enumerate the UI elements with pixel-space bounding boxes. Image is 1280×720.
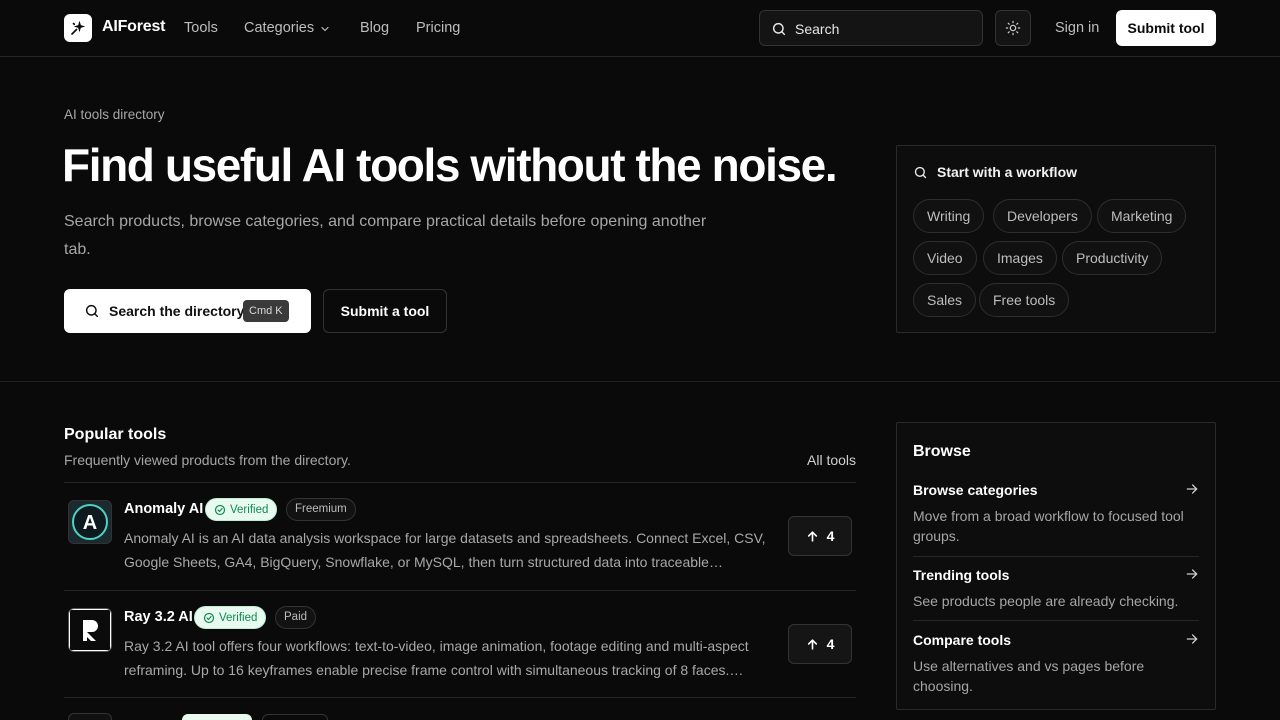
workflow-chip-writing[interactable]: Writing — [913, 199, 985, 233]
browse-item-description: Use alternatives and vs pages before cho… — [913, 658, 1145, 694]
all-tools-link[interactable]: All tools — [807, 452, 856, 468]
workflow-chip-sales[interactable]: Sales — [913, 283, 977, 317]
browse-title: Browse — [913, 443, 971, 460]
search-icon — [914, 166, 927, 178]
browse-item-categories[interactable]: Browse categories Move from a broad work… — [913, 482, 1199, 546]
submit-tool-button[interactable]: Submit tool — [1116, 10, 1216, 46]
workflow-chip-productivity[interactable]: Productivity — [1062, 241, 1163, 275]
arrow-right-icon — [1186, 634, 1198, 644]
workflow-chip-video[interactable]: Video — [913, 241, 977, 275]
anomaly-ai-logo: A — [68, 500, 112, 544]
tool-description: Ray 3.2 AI tool offers four workflows: t… — [124, 638, 749, 678]
browse-item-title: Trending tools — [913, 567, 1010, 583]
sign-in-link[interactable]: Sign in — [1055, 20, 1099, 36]
svg-text:A: A — [83, 512, 97, 534]
arrow-up-icon — [807, 638, 817, 650]
header-search-label: Search — [795, 21, 840, 37]
arrow-right-icon — [1186, 484, 1198, 494]
pricing-badge-partial — [262, 714, 328, 720]
tool-row-ray-3-2-ai[interactable]: Ray 3.2 AI Verified Paid Ray 3.2 AI tool… — [64, 590, 856, 698]
hero-eyebrow: AI tools directory — [64, 107, 165, 122]
search-directory-label: Search the directory — [109, 303, 245, 319]
section-divider — [0, 381, 1280, 382]
sun-icon — [1005, 20, 1021, 36]
keyboard-shortcut-badge: Cmd K — [243, 300, 289, 322]
nav-link-blog[interactable]: Blog — [360, 20, 389, 36]
upvote-button[interactable]: 4 — [788, 624, 852, 664]
nav-link-pricing[interactable]: Pricing — [416, 20, 460, 36]
browse-item-title: Browse categories — [913, 482, 1038, 498]
upvote-button[interactable]: 4 — [788, 516, 852, 556]
brand-name[interactable]: AIForest — [102, 18, 166, 36]
search-directory-button[interactable]: Search the directory Cmd K — [64, 289, 311, 333]
page-title: Find useful AI tools without the noise. — [62, 139, 838, 191]
top-navigation-bar: AIForest Tools Categories Blog Pricing S… — [0, 0, 1280, 57]
check-circle-icon — [203, 612, 215, 624]
search-icon — [772, 22, 786, 36]
pricing-badge: Paid — [275, 606, 317, 629]
verified-label: Verified — [230, 504, 269, 516]
workflow-card: Start with a workflow Writing Developers… — [896, 145, 1216, 333]
workflow-chip-developers[interactable]: Developers — [993, 199, 1092, 233]
tool-row-partial[interactable] — [68, 713, 112, 720]
tool-row-anomaly-ai[interactable]: A Anomaly AI Verified Freemium Anomaly A… — [64, 482, 856, 590]
brand-logo-icon[interactable] — [64, 14, 92, 42]
browse-item-description: See products people are already checking… — [913, 593, 1179, 609]
theme-toggle-button[interactable] — [995, 10, 1031, 46]
header-search-button[interactable]: Search — [759, 10, 983, 46]
verified-badge: Verified — [194, 606, 267, 629]
popular-tools-title: Popular tools — [64, 426, 167, 443]
verified-label: Verified — [219, 612, 258, 624]
nav-link-categories[interactable]: Categories — [244, 20, 314, 36]
workflow-title: Start with a workflow — [937, 164, 1078, 180]
browse-item-title: Compare tools — [913, 632, 1012, 648]
browse-divider — [913, 620, 1199, 621]
browse-item-description: Move from a broad workflow to focused to… — [913, 508, 1184, 544]
verified-badge: Verified — [205, 498, 278, 521]
verified-badge-partial — [182, 714, 252, 720]
tool-description: Anomaly AI is an AI data analysis worksp… — [124, 530, 766, 570]
tool-name[interactable]: Anomaly AI — [124, 501, 203, 517]
browse-item-compare[interactable]: Compare tools Use alternatives and vs pa… — [913, 632, 1199, 696]
check-circle-icon — [214, 504, 226, 516]
browse-item-trending[interactable]: Trending tools See products people are a… — [913, 567, 1199, 611]
pricing-badge: Freemium — [286, 498, 356, 521]
hero-subtitle: Search products, browse categories, and … — [64, 213, 707, 258]
workflow-chip-free-tools[interactable]: Free tools — [979, 283, 1070, 317]
tool-name[interactable]: Ray 3.2 AI — [124, 609, 193, 625]
upvote-count: 4 — [826, 528, 835, 544]
search-icon — [85, 304, 99, 318]
workflow-header: Start with a workflow — [913, 164, 1077, 180]
arrow-right-icon — [1186, 569, 1198, 579]
chevron-down-icon[interactable] — [319, 23, 331, 35]
browse-card: Browse Browse categories Move from a bro… — [896, 422, 1216, 710]
upvote-count: 4 — [826, 636, 835, 652]
nav-link-tools[interactable]: Tools — [184, 20, 218, 36]
ray-ai-logo — [68, 608, 112, 652]
arrow-up-icon — [807, 530, 817, 542]
workflow-chip-images[interactable]: Images — [983, 241, 1057, 275]
list-divider — [64, 697, 856, 698]
workflow-chip-marketing[interactable]: Marketing — [1097, 199, 1187, 233]
submit-a-tool-button[interactable]: Submit a tool — [323, 289, 447, 333]
browse-divider — [913, 556, 1199, 557]
popular-tools-subtitle: Frequently viewed products from the dire… — [64, 452, 351, 468]
